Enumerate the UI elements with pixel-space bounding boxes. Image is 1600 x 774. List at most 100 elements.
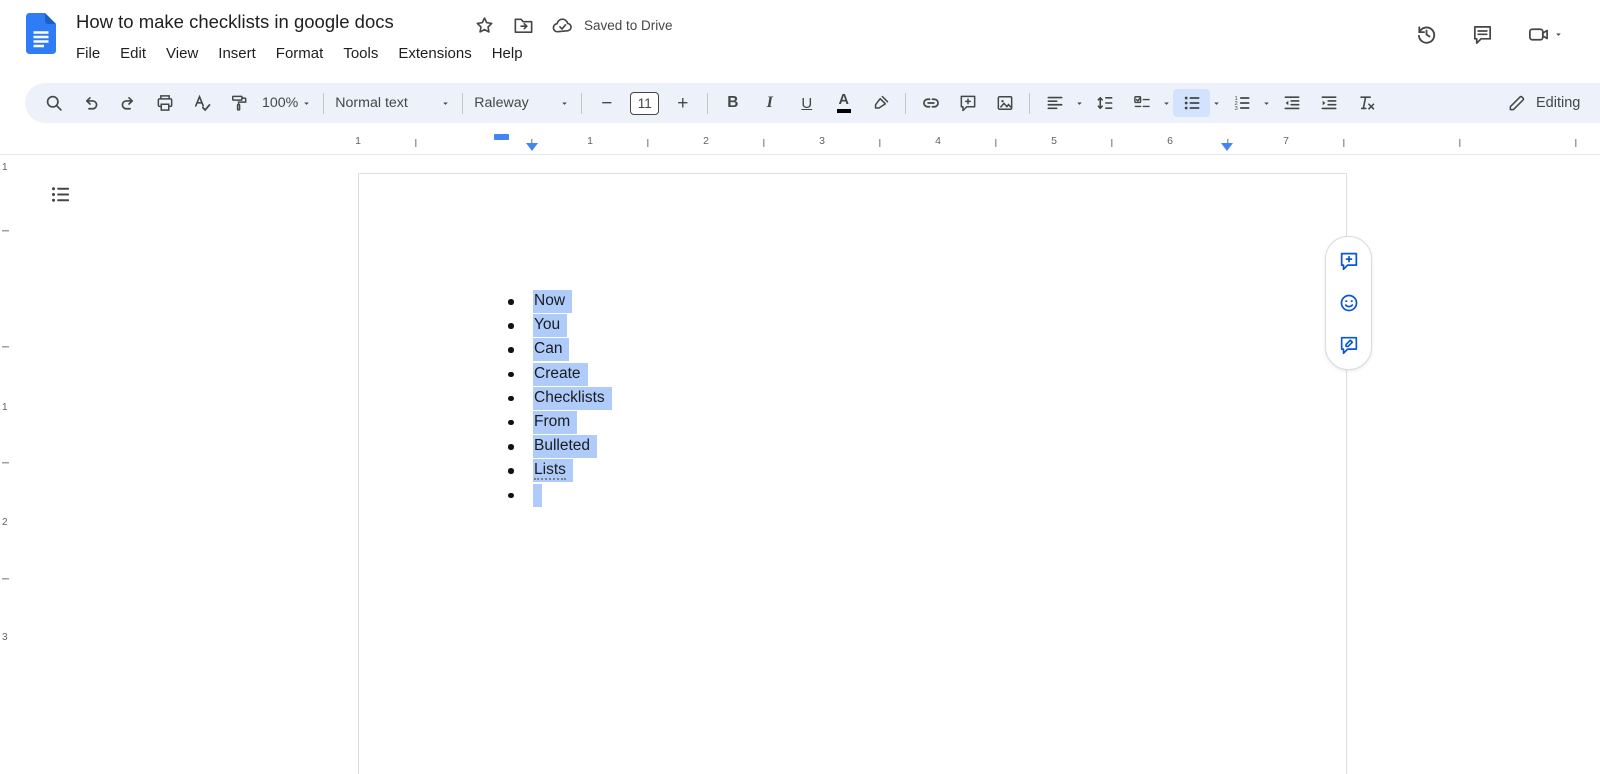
redo-button[interactable] <box>109 89 146 117</box>
toolbar-divider <box>1029 93 1030 114</box>
increase-font-size-button[interactable]: + <box>664 89 701 117</box>
selection-highlight: Checklists <box>533 387 612 410</box>
bulleted-list-options-button[interactable] <box>1210 89 1223 117</box>
comments-button[interactable] <box>1471 23 1494 46</box>
checklist-options-button[interactable] <box>1160 89 1173 117</box>
search-icon <box>44 93 64 113</box>
editing-mode-button[interactable]: Editing <box>1507 83 1580 123</box>
ruler-ticks <box>358 139 1578 147</box>
add-comment-icon <box>958 93 978 113</box>
paragraph-style-select[interactable]: Normal text <box>330 89 456 117</box>
chevron-down-icon <box>559 98 570 109</box>
list-item[interactable]: Checklists <box>503 387 612 411</box>
list-item[interactable]: Bulleted <box>503 435 612 459</box>
list-item[interactable]: Create <box>503 363 612 387</box>
emoji-reaction-button[interactable] <box>1338 292 1360 314</box>
list-item[interactable]: Now <box>503 290 612 314</box>
search-menus-button[interactable] <box>35 89 72 117</box>
numbered-list-options-button[interactable] <box>1260 89 1273 117</box>
video-call-button[interactable] <box>1527 23 1550 46</box>
bulleted-list-icon <box>1182 93 1202 113</box>
ruler-number: 6 <box>1167 135 1173 147</box>
list-item[interactable] <box>503 484 612 508</box>
add-comment-button[interactable] <box>949 89 986 117</box>
numbered-list-button[interactable]: 123 <box>1223 89 1260 117</box>
undo-button[interactable] <box>72 89 109 117</box>
side-action-panel <box>1325 236 1372 370</box>
list-item[interactable]: You <box>503 314 612 338</box>
insert-image-button[interactable] <box>986 89 1023 117</box>
menu-file[interactable]: File <box>66 41 110 66</box>
italic-icon: I <box>767 94 773 112</box>
redo-icon <box>118 93 138 113</box>
ruler-number: 3 <box>2 632 8 643</box>
bulleted-list-button[interactable] <box>1173 89 1210 117</box>
bold-button[interactable]: B <box>714 89 751 117</box>
align-options-button[interactable] <box>1073 89 1086 117</box>
toolbar-divider <box>462 93 463 114</box>
checklist-icon <box>1132 93 1152 113</box>
list-item-text: Checklists <box>534 389 605 406</box>
decrease-indent-icon <box>1282 93 1302 113</box>
menu-format[interactable]: Format <box>266 41 334 66</box>
spellcheck-button[interactable] <box>183 89 220 117</box>
list-item[interactable]: Can <box>503 338 612 362</box>
comments-icon <box>1471 23 1494 46</box>
ruler-number: 2 <box>703 135 709 147</box>
align-button[interactable] <box>1036 89 1073 117</box>
ruler-number: 2 <box>2 517 8 528</box>
font-size-input[interactable]: 11 <box>630 92 659 115</box>
move-button[interactable] <box>512 14 535 37</box>
left-indent-marker[interactable] <box>526 143 538 151</box>
font-select[interactable]: Raleway <box>469 89 575 117</box>
print-button[interactable] <box>146 89 183 117</box>
decrease-indent-button[interactable] <box>1273 89 1310 117</box>
numbered-list-icon: 123 <box>1232 93 1252 113</box>
decrease-font-size-button[interactable]: − <box>588 89 625 117</box>
list-item-text: From <box>534 413 570 430</box>
suggest-edits-button[interactable] <box>1338 334 1360 356</box>
document-title[interactable]: How to make checklists in google docs <box>76 11 394 33</box>
italic-button[interactable]: I <box>751 89 788 117</box>
video-call-options-button[interactable] <box>1553 29 1564 40</box>
insert-comment-side-button[interactable] <box>1338 250 1360 272</box>
menu-insert[interactable]: Insert <box>208 41 266 66</box>
list-item[interactable]: Lists <box>503 459 612 483</box>
increase-indent-icon <box>1319 93 1339 113</box>
bold-icon: B <box>727 94 738 112</box>
highlight-color-button[interactable] <box>862 89 899 117</box>
toolbar-divider <box>323 93 324 114</box>
image-icon <box>995 93 1015 113</box>
menu-extensions[interactable]: Extensions <box>388 41 481 66</box>
saved-status-button[interactable] <box>551 14 574 37</box>
insert-link-button[interactable] <box>912 89 949 117</box>
text-color-button[interactable]: A <box>825 89 862 117</box>
chevron-down-icon <box>1161 98 1172 109</box>
underline-button[interactable]: U <box>788 89 825 117</box>
increase-indent-button[interactable] <box>1310 89 1347 117</box>
paint-format-button[interactable] <box>220 89 257 117</box>
zoom-select[interactable]: 100% <box>257 89 317 117</box>
line-spacing-button[interactable] <box>1086 89 1123 117</box>
docs-logo-icon[interactable] <box>26 13 56 54</box>
clear-formatting-button[interactable] <box>1347 89 1384 117</box>
menu-tools[interactable]: Tools <box>333 41 388 66</box>
show-outline-button[interactable] <box>46 180 74 208</box>
right-indent-marker[interactable] <box>1221 143 1233 151</box>
line-spacing-icon <box>1095 93 1115 113</box>
checklist-button[interactable] <box>1123 89 1160 117</box>
paint-format-icon <box>229 93 249 113</box>
list-item-text: Now <box>534 292 565 309</box>
version-history-button[interactable] <box>1415 23 1438 46</box>
selection-highlight: You <box>533 314 567 337</box>
chevron-down-icon <box>1261 98 1272 109</box>
menu-help[interactable]: Help <box>482 41 533 66</box>
menu-bar: File Edit View Insert Format Tools Exten… <box>66 41 533 66</box>
star-button[interactable] <box>473 14 496 37</box>
menu-view[interactable]: View <box>156 41 208 66</box>
first-line-indent-marker[interactable] <box>494 134 509 140</box>
ruler-number: 1 <box>355 135 361 147</box>
list-item[interactable]: From <box>503 411 612 435</box>
menu-edit[interactable]: Edit <box>110 41 156 66</box>
star-icon <box>473 14 496 37</box>
